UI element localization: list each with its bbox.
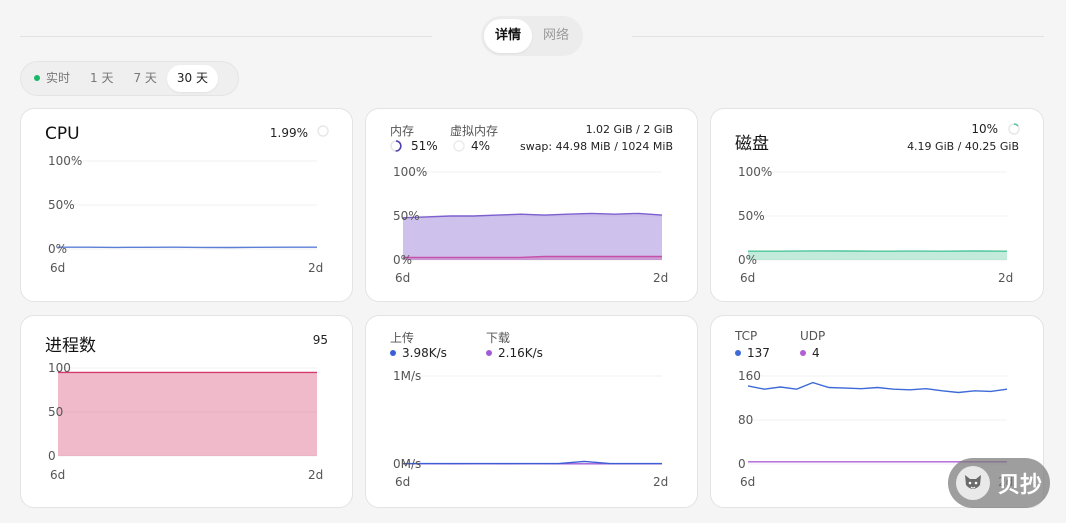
upload-dot-icon — [390, 350, 396, 356]
network-ytick: 0M/s — [393, 457, 422, 471]
tcp-value: 137 — [747, 346, 770, 360]
cpu-ring-icon — [317, 125, 329, 137]
memory-percent: 51% — [411, 139, 438, 153]
swap-percent: 4% — [471, 139, 491, 153]
process-ytick: 0 — [48, 449, 56, 463]
download-legend: 2.16K/s — [486, 346, 543, 360]
udp-label: UDP — [800, 329, 826, 343]
cpu-xtick-start: 6d — [50, 261, 66, 275]
disk-ytick: 100% — [738, 165, 773, 179]
process-xtick-start: 6d — [50, 468, 66, 482]
tab-network[interactable]: 网络 — [532, 19, 580, 53]
memory-ring-fill — [395, 140, 402, 152]
time-range-tabs: 实时 1 天 7 天 30 天 — [20, 61, 239, 96]
cpu-ytick: 100% — [48, 154, 83, 168]
disk-xtick-end: 2d — [998, 271, 1014, 285]
network-ytick: 1M/s — [393, 369, 422, 383]
tab-details[interactable]: 详情 — [484, 19, 532, 53]
tcp-legend: 137 — [735, 346, 770, 360]
process-card: 进程数 95 100 50 0 6d 2d — [20, 315, 353, 508]
dashboard: 详情 网络 实时 1 天 7 天 30 天 CPU 1.99% 100% 50%… — [0, 0, 1066, 523]
download-dot-icon — [486, 350, 492, 356]
watermark-text: 贝抄 — [998, 473, 1043, 498]
range-realtime-label: 实时 — [46, 71, 71, 85]
watermark: 贝抄 — [948, 458, 1050, 508]
upload-series-line — [403, 460, 662, 465]
process-area — [58, 372, 317, 456]
disk-ytick: 50% — [738, 209, 765, 223]
disk-title: 磁盘 — [735, 134, 769, 154]
tcp-label: TCP — [735, 329, 758, 343]
process-value: 95 — [312, 333, 328, 347]
memory-xtick-start: 6d — [395, 271, 411, 285]
dog-icon — [956, 466, 990, 500]
memory-chart — [390, 140, 663, 261]
cpu-ytick: 50% — [48, 198, 75, 212]
live-dot-icon — [34, 75, 40, 81]
swap-ring-icon — [453, 140, 465, 152]
connections-xtick-start: 6d — [740, 475, 756, 489]
udp-dot-icon — [800, 350, 806, 356]
swap-detail: swap: 44.98 MiB / 1024 MiB — [519, 140, 673, 153]
memory-xtick-end: 2d — [653, 271, 669, 285]
disk-detail: 4.19 GiB / 40.25 GiB — [907, 140, 1019, 153]
memory-ytick: 0% — [393, 253, 413, 267]
download-value: 2.16K/s — [498, 346, 543, 360]
network-xtick-start: 6d — [395, 475, 411, 489]
disk-value: 10% — [971, 122, 998, 136]
connections-ytick: 0 — [738, 457, 746, 471]
disk-area — [748, 250, 1007, 260]
cpu-value: 1.99% — [269, 126, 308, 140]
disk-xtick-start: 6d — [740, 271, 756, 285]
cpu-card: CPU 1.99% 100% 50% 0% 6d 2d — [20, 108, 353, 302]
tcp-series-line — [747, 381, 1008, 394]
tcp-dot-icon — [735, 350, 741, 356]
header-divider-left — [20, 36, 432, 37]
network-xtick-end: 2d — [653, 475, 669, 489]
upload-value: 3.98K/s — [402, 346, 447, 360]
upload-label: 上传 — [390, 331, 415, 345]
cpu-xtick-end: 2d — [308, 261, 324, 275]
header-divider-right — [632, 36, 1044, 37]
cpu-ytick: 0% — [48, 242, 68, 256]
memory-ytick: 50% — [393, 209, 420, 223]
disk-ring-fill — [1013, 123, 1019, 127]
process-ytick: 50 — [48, 405, 64, 419]
swap-label: 虚拟内存 — [450, 124, 499, 138]
connections-ytick: 80 — [738, 413, 754, 427]
process-xtick-end: 2d — [308, 468, 324, 482]
range-1d[interactable]: 1 天 — [80, 65, 123, 92]
network-card: 上传 3.98K/s 下载 2.16K/s 1M/s 0M/s 6d 2d — [365, 315, 698, 508]
memory-area — [403, 213, 662, 260]
connections-ytick: 160 — [738, 369, 761, 383]
download-label: 下载 — [486, 331, 511, 345]
process-title: 进程数 — [45, 336, 96, 356]
disk-card: 磁盘 10% 4.19 GiB / 40.25 GiB 100% 50% 0% … — [710, 108, 1044, 302]
network-chart — [403, 375, 662, 465]
memory-label: 内存 — [390, 124, 415, 138]
range-7d[interactable]: 7 天 — [123, 65, 166, 92]
range-30d[interactable]: 30 天 — [166, 65, 219, 92]
memory-card: 内存 51% 虚拟内存 4% 1.02 GiB / 2 GiB swap: 44… — [365, 108, 698, 302]
range-realtime[interactable]: 实时 — [24, 65, 80, 92]
disk-ytick: 0% — [738, 253, 758, 267]
cpu-title: CPU — [45, 124, 80, 144]
view-tabs: 详情 网络 — [481, 16, 583, 56]
memory-ytick: 100% — [393, 165, 428, 179]
udp-legend: 4 — [800, 346, 820, 360]
udp-value: 4 — [812, 346, 820, 360]
upload-legend: 3.98K/s — [390, 346, 447, 360]
process-ytick: 100 — [48, 361, 71, 375]
memory-detail: 1.02 GiB / 2 GiB — [585, 123, 673, 136]
